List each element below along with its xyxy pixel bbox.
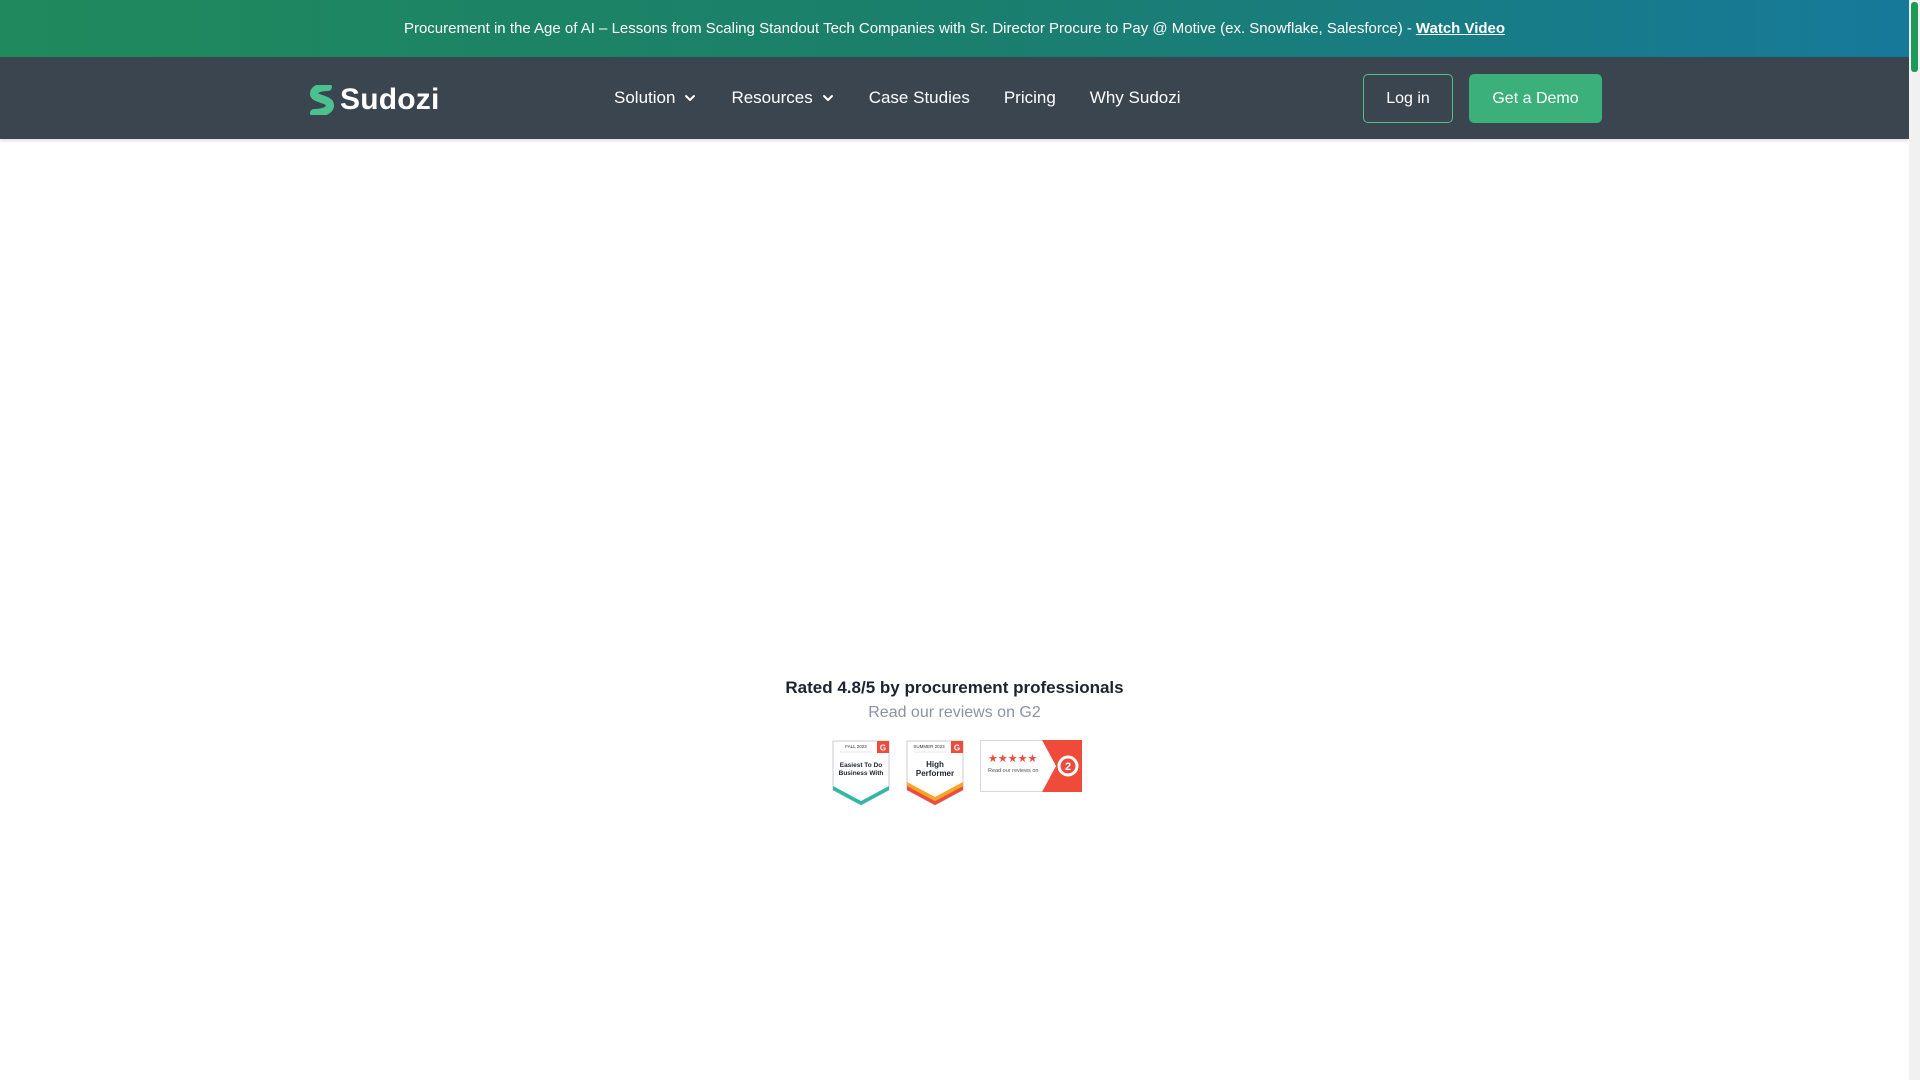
page: Procurement in the Age of AI – Lessons f… — [0, 0, 1920, 1080]
g2-reviews-label: Read our reviews on — [988, 768, 1038, 774]
site-header: Sudozi Solution Resources Case Studies P… — [0, 57, 1909, 139]
nav-resources[interactable]: Resources — [731, 88, 834, 108]
nav-pricing-label: Pricing — [1003, 88, 1056, 107]
nav-why-sudozi[interactable]: Why Sudozi — [1090, 88, 1181, 108]
g2-stars: ★★★★★ — [988, 752, 1037, 765]
main-nav: Solution Resources Case Studies Pricing … — [614, 57, 1181, 139]
performer-badge-season: SUMMER 2023 — [913, 744, 945, 749]
svg-text:G: G — [954, 744, 960, 753]
nav-resources-label: Resources — [731, 88, 813, 107]
login-button[interactable]: Log in — [1363, 74, 1453, 123]
rating-section: Rated 4.8/5 by procurement professionals… — [0, 678, 1909, 722]
chevron-down-icon — [685, 95, 696, 101]
get-demo-button[interactable]: Get a Demo — [1469, 74, 1602, 123]
performer-badge-line2: Performer — [916, 769, 954, 778]
nav-pricing[interactable]: Pricing — [1004, 88, 1056, 108]
sudozi-logo-icon — [310, 85, 334, 115]
g2-reviews-link[interactable]: Read our reviews on G2 — [0, 704, 1909, 722]
easiest-badge-line1: Easiest To Do — [840, 762, 883, 769]
g2-easiest-badge[interactable]: G FALL 2023 Easiest To Do Business With — [832, 740, 890, 806]
nav-solution[interactable]: Solution — [614, 88, 697, 108]
watch-video-link[interactable]: Watch Video — [1416, 20, 1505, 37]
performer-badge-line1: High — [926, 760, 944, 769]
svg-text:2: 2 — [1065, 761, 1071, 773]
scrollbar-track[interactable] — [1909, 0, 1920, 1080]
g2-high-performer-badge[interactable]: G SUMMER 2023 High Performer — [906, 740, 964, 806]
chevron-down-icon — [822, 95, 833, 101]
easiest-badge-season: FALL 2023 — [845, 744, 867, 749]
scrollbar-thumb[interactable] — [1911, 2, 1918, 72]
easiest-badge-line2: Business With — [839, 770, 884, 777]
nav-why-sudozi-label: Why Sudozi — [1089, 88, 1181, 107]
nav-solution-label: Solution — [614, 88, 676, 107]
logo-text: Sudozi — [340, 83, 440, 116]
announcement-banner: Procurement in the Age of AI – Lessons f… — [0, 0, 1909, 57]
g2-badges: G FALL 2023 Easiest To Do Business With … — [832, 740, 1082, 806]
nav-case-studies-label: Case Studies — [868, 88, 970, 107]
announcement-text: Procurement in the Age of AI – Lessons f… — [403, 20, 1412, 37]
rating-title: Rated 4.8/5 by procurement professionals — [785, 678, 1124, 697]
logo[interactable]: Sudozi — [310, 83, 440, 117]
g2-reviews-badge[interactable]: ★★★★★ Read our reviews on 2 — [980, 740, 1082, 792]
svg-text:G: G — [880, 744, 886, 753]
nav-case-studies[interactable]: Case Studies — [869, 88, 970, 108]
